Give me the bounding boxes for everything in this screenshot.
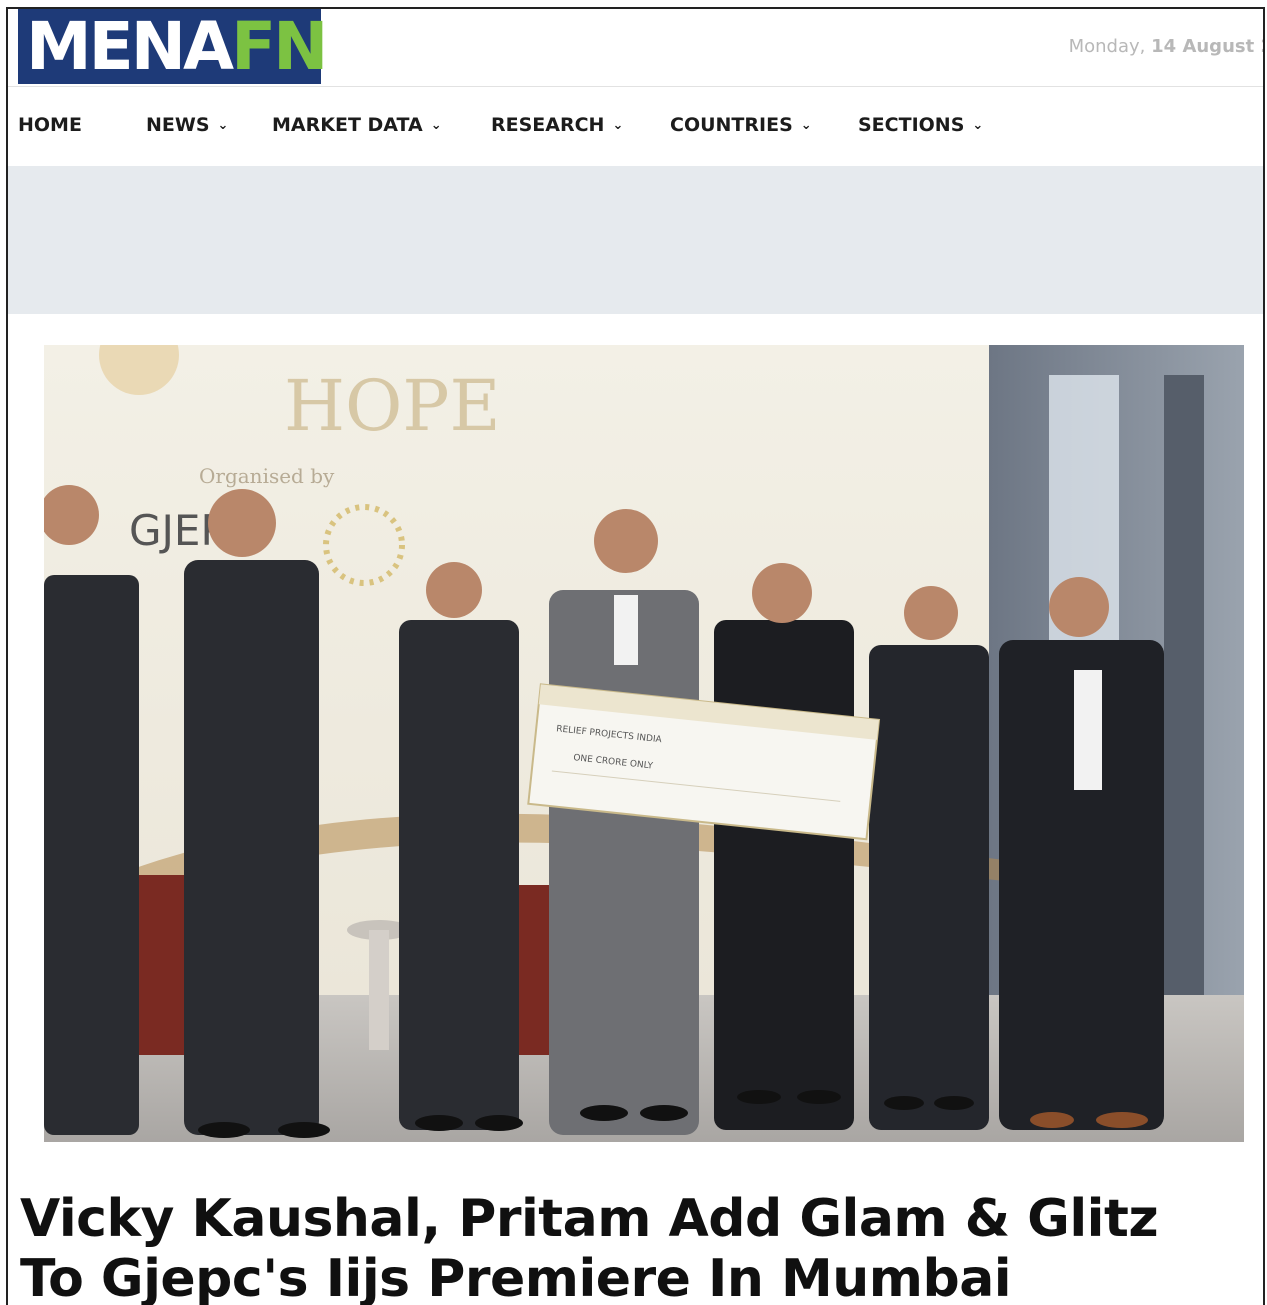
nav-item-home[interactable]: HOME [18, 105, 82, 145]
header-date: Monday, 14 August 2 [1068, 36, 1265, 57]
nav-item-label: SECTIONS [858, 114, 965, 136]
nav-item-sections[interactable]: SECTIONS ⌄ [858, 105, 983, 145]
chevron-down-icon: ⌄ [217, 117, 229, 133]
chevron-down-icon: ⌄ [430, 117, 442, 133]
backdrop-word: HOPE [284, 365, 501, 447]
ad-banner-slot [8, 166, 1263, 314]
headline-line-2: To Gjepc's Iijs Premiere In Mumbai [20, 1249, 1012, 1305]
nav-item-label: HOME [18, 114, 82, 136]
page-frame: MENA FN Monday, 14 August 2 HOME NEWS ⌄ M… [6, 7, 1265, 1305]
date-day: Monday, [1068, 36, 1146, 57]
logo-text-mena: MENA [26, 7, 234, 85]
date-value: 14 August 2 [1151, 36, 1265, 57]
chevron-down-icon: ⌄ [800, 117, 812, 133]
header-divider [8, 86, 1263, 87]
chevron-down-icon: ⌄ [612, 117, 624, 133]
logo-text-fn: FN [231, 7, 328, 85]
site-logo[interactable]: MENA FN [18, 7, 328, 85]
nav-item-news[interactable]: NEWS ⌄ [146, 105, 228, 145]
backdrop-organised-by: Organised by [199, 464, 335, 488]
nav-item-label: MARKET DATA [272, 114, 423, 136]
hero-photo-illustration: HOPE Organised by GJEP RELIEF PROJECTS I… [44, 345, 1244, 1142]
article-hero-image[interactable]: HOPE Organised by GJEP RELIEF PROJECTS I… [44, 345, 1244, 1142]
headline-line-1: Vicky Kaushal, Pritam Add Glam & Glitz [20, 1189, 1159, 1249]
chevron-down-icon: ⌄ [972, 117, 984, 133]
nav-item-countries[interactable]: COUNTRIES ⌄ [670, 105, 812, 145]
article-headline: Vicky Kaushal, Pritam Add Glam & Glitz T… [20, 1189, 1250, 1305]
nav-item-research[interactable]: RESEARCH ⌄ [491, 105, 623, 145]
site-header: MENA FN Monday, 14 August 2 [8, 9, 1263, 89]
nav-item-label: COUNTRIES [670, 114, 793, 136]
nav-item-label: RESEARCH [491, 114, 605, 136]
main-nav: HOME NEWS ⌄ MARKET DATA ⌄ RESEARCH ⌄ COU… [8, 105, 1263, 145]
nav-item-market-data[interactable]: MARKET DATA ⌄ [272, 105, 442, 145]
nav-item-label: NEWS [146, 114, 210, 136]
